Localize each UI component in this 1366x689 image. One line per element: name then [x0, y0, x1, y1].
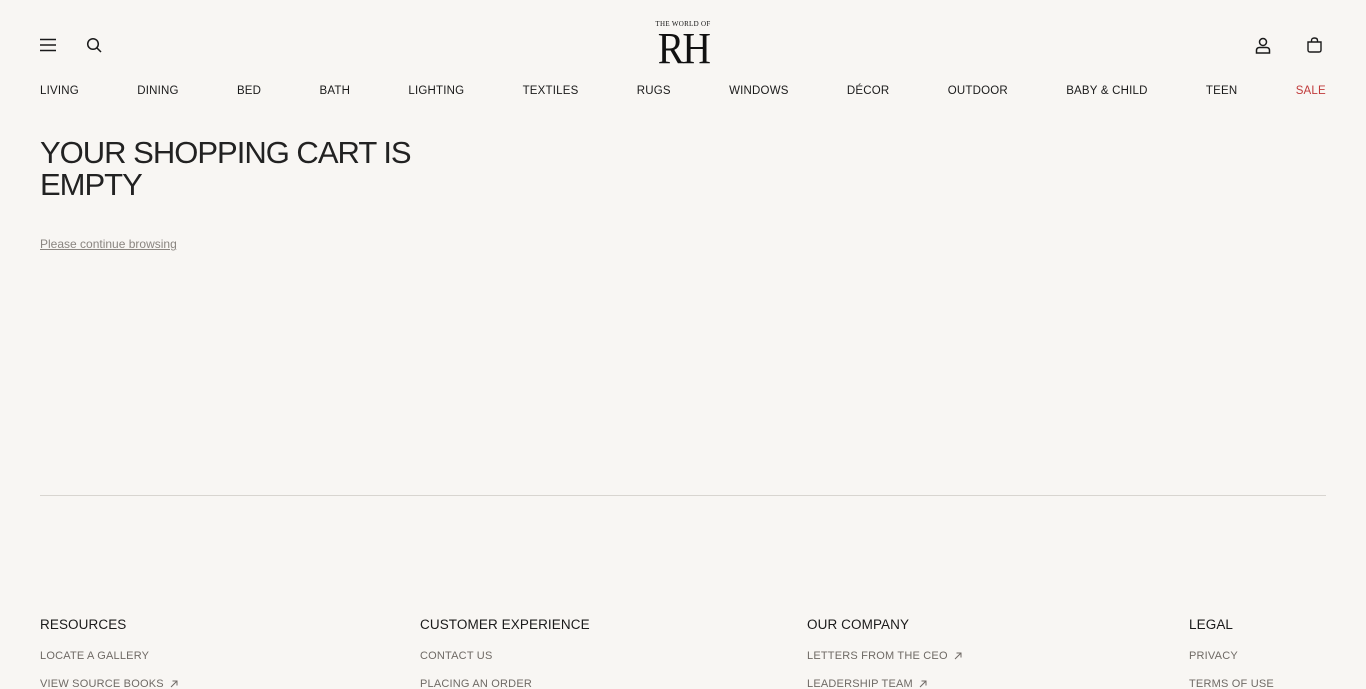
footer-link-label: TERMS OF USE — [1189, 678, 1274, 689]
main-nav: LIVING DINING BED BATH LIGHTING TEXTILES… — [40, 85, 1326, 97]
footer-legal: LEGAL PRIVACY TERMS OF USE — [1189, 617, 1274, 689]
page-title: YOUR SHOPPING CART IS EMPTY — [40, 135, 412, 202]
footer-link-privacy[interactable]: PRIVACY — [1189, 649, 1274, 663]
footer-heading-our-company: OUR COMPANY — [807, 617, 910, 632]
footer-link-leadership-team[interactable]: LEADERSHIP TEAM — [807, 677, 962, 689]
external-link-icon — [954, 652, 962, 660]
nav-item-dining[interactable]: DINING — [137, 85, 178, 97]
menu-icon[interactable] — [38, 36, 58, 54]
external-link-icon — [919, 680, 927, 688]
nav-item-bath[interactable]: BATH — [319, 85, 350, 97]
footer-link-label: CONTACT US — [420, 650, 493, 662]
footer-link-label: VIEW SOURCE BOOKS — [40, 678, 164, 689]
logo-mark: RH — [657, 24, 711, 73]
nav-item-outdoor[interactable]: OUTDOOR — [948, 85, 1008, 97]
nav-item-lighting[interactable]: LIGHTING — [408, 85, 464, 97]
footer-link-placing-order[interactable]: PLACING AN ORDER — [420, 677, 590, 689]
footer-heading-customer-experience: CUSTOMER EXPERIENCE — [420, 617, 590, 632]
footer-link-label: LOCATE A GALLERY — [40, 650, 150, 662]
nav-item-rugs[interactable]: RUGS — [637, 85, 671, 97]
external-link-icon — [170, 680, 178, 688]
search-icon[interactable] — [85, 36, 103, 54]
footer-link-letters-ceo[interactable]: LETTERS FROM THE CEO — [807, 649, 962, 663]
footer-link-view-source-books[interactable]: VIEW SOURCE BOOKS — [40, 677, 178, 689]
footer-resources: RESOURCES LOCATE A GALLERY VIEW SOURCE B… — [40, 617, 178, 689]
shopping-bag-icon[interactable] — [1305, 35, 1323, 55]
footer-link-label: LETTERS FROM THE CEO — [807, 650, 948, 662]
footer-heading-resources: RESOURCES — [40, 617, 127, 632]
footer-link-terms-of-use[interactable]: TERMS OF USE — [1189, 677, 1274, 689]
nav-item-sale[interactable]: SALE — [1296, 85, 1326, 97]
continue-browsing-link[interactable]: Please continue browsing — [40, 237, 177, 251]
nav-item-windows[interactable]: WINDOWS — [729, 85, 789, 97]
nav-item-textiles[interactable]: TEXTILES — [523, 85, 579, 97]
footer-link-label: PRIVACY — [1189, 650, 1238, 662]
footer-heading-legal: LEGAL — [1189, 617, 1234, 632]
rh-logo[interactable]: THE WORLD OF RH — [655, 20, 711, 73]
footer-customer-experience: CUSTOMER EXPERIENCE CONTACT US PLACING A… — [420, 617, 590, 689]
footer-link-locate-gallery[interactable]: LOCATE A GALLERY — [40, 649, 178, 663]
nav-item-decor[interactable]: DÉCOR — [847, 85, 890, 97]
footer-our-company: OUR COMPANY LETTERS FROM THE CEO LEADERS… — [807, 617, 962, 689]
divider — [40, 495, 1326, 496]
account-icon[interactable] — [1254, 35, 1272, 55]
nav-item-living[interactable]: LIVING — [40, 85, 79, 97]
footer-link-contact-us[interactable]: CONTACT US — [420, 649, 590, 663]
footer-link-label: PLACING AN ORDER — [420, 678, 533, 689]
nav-item-teen[interactable]: TEEN — [1206, 85, 1237, 97]
footer-link-label: LEADERSHIP TEAM — [807, 678, 913, 689]
page: THE WORLD OF RH LIVING DINING BED BATH L… — [0, 0, 1366, 689]
nav-item-bed[interactable]: BED — [237, 85, 261, 97]
nav-item-baby-child[interactable]: BABY & CHILD — [1066, 85, 1147, 97]
